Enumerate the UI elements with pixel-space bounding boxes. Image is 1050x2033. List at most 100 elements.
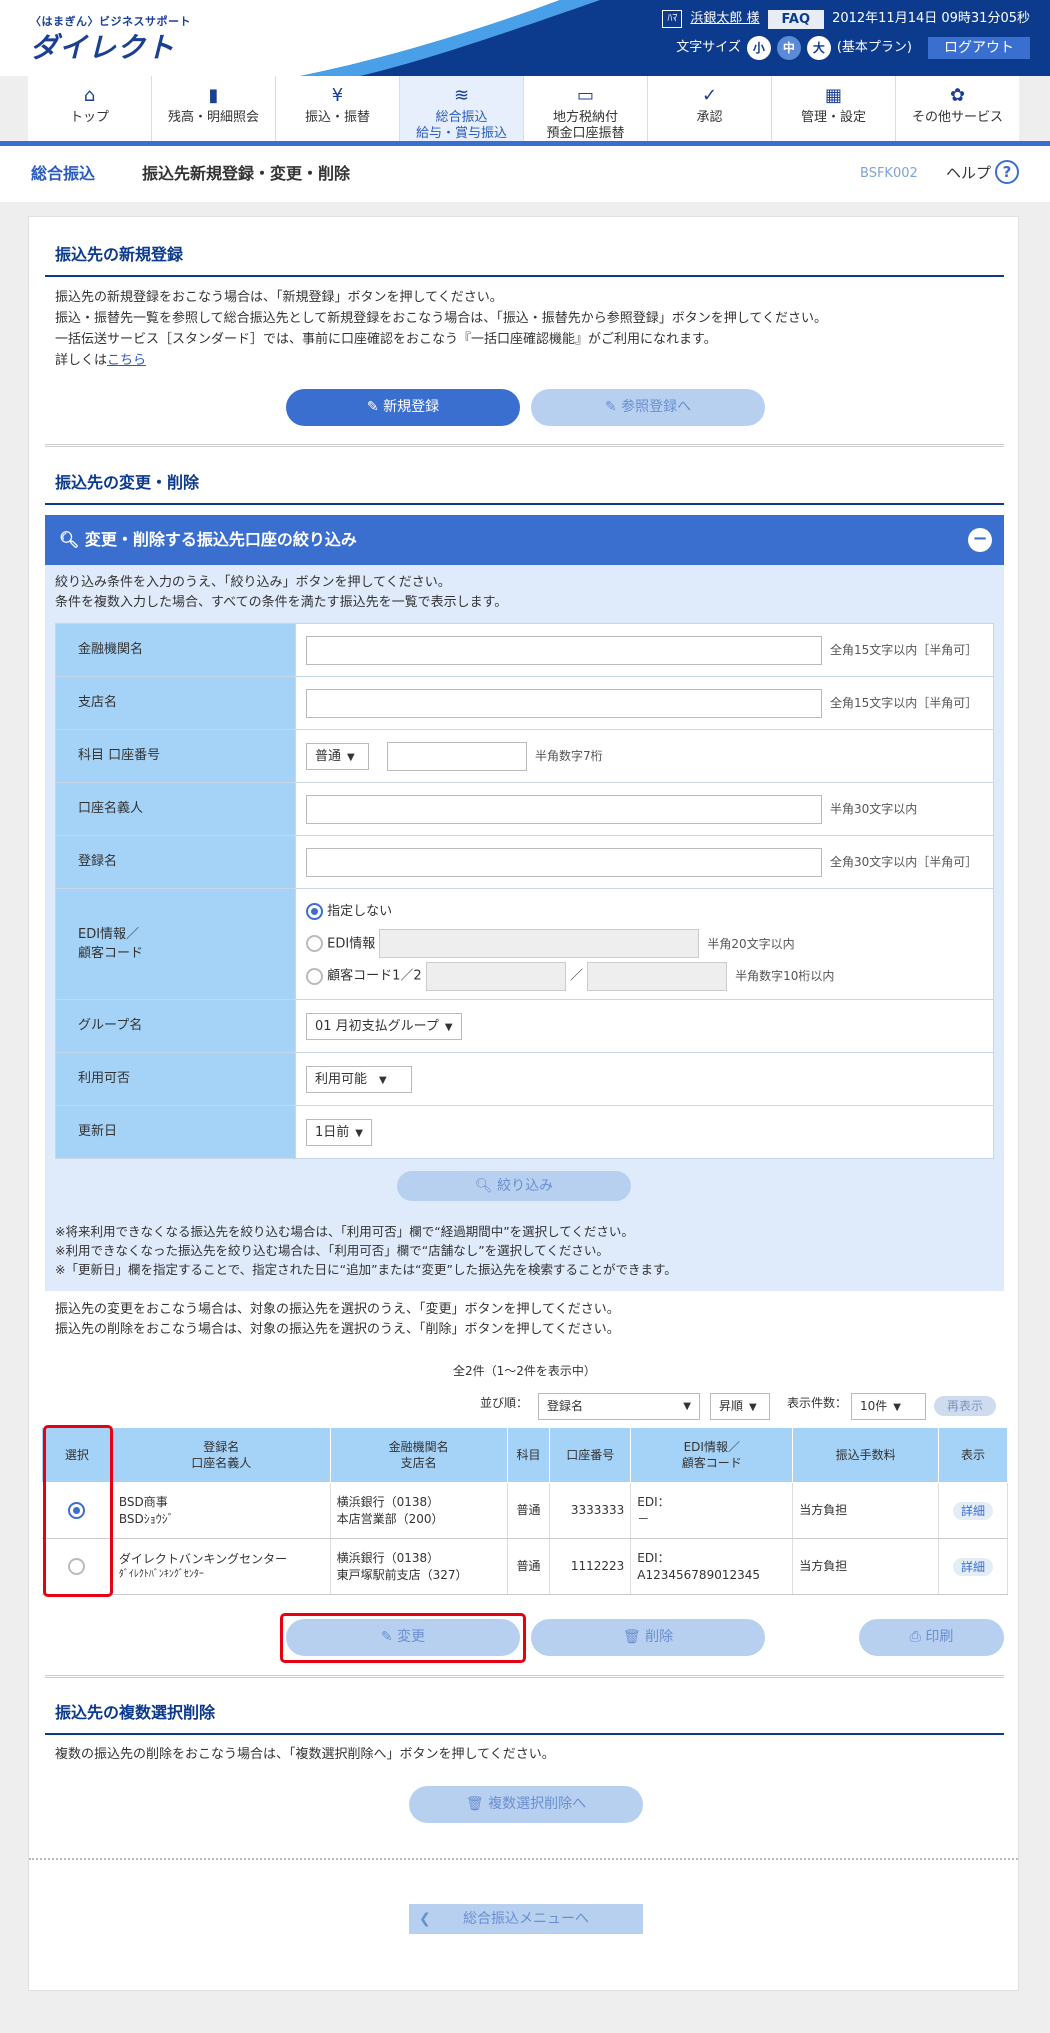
detail-link[interactable]: こちら xyxy=(107,353,146,368)
nav-label: 承認 xyxy=(696,110,723,125)
chevron-down-icon: ▼ xyxy=(379,1074,387,1086)
desc-line: 一括伝送サービス［スタンダード］では、事前に口座確認をおこなう『一括口座確認機能… xyxy=(55,332,717,347)
nav-tax-payment[interactable]: ▭ 地方税納付 預金口座振替 xyxy=(524,76,648,143)
button-label: 参照登録へ xyxy=(621,399,692,415)
filter-header[interactable]: 🔍︎ 変更・削除する振込先口座の絞り込み − xyxy=(45,515,1004,565)
brand-logo[interactable]: 〈はまぎん〉ビジネスサポート ダイレクト xyxy=(30,14,191,69)
filter-notes: ※将来利用できなくなる振込先を絞り込む場合は、「利用可否」欄で“経過期間中”を選… xyxy=(55,1222,677,1279)
nav-transfer[interactable]: ¥ 振込・振替 xyxy=(276,76,400,143)
col-header: 金融機関名 支店名 xyxy=(329,1427,508,1483)
nav-top[interactable]: ⌂ トップ xyxy=(28,76,152,143)
nav-other[interactable]: ✿ その他サービス xyxy=(896,76,1019,143)
account-label: 科目 口座番号 xyxy=(55,729,296,783)
nav-balance[interactable]: ▮ 残高・明細照会 xyxy=(152,76,276,143)
building-icon: ▦ xyxy=(824,85,842,106)
detail-button[interactable]: 詳細 xyxy=(953,1557,994,1576)
section-title-multi: 振込先の複数選択削除 xyxy=(55,1703,216,1722)
recipient-table: 選択 登録名 口座名義人 金融機関名 支店名 科目 口座番号 EDI情報／ 顧客… xyxy=(41,1427,1008,1595)
holder-input[interactable] xyxy=(306,794,822,824)
availability-select[interactable]: 利用可能 ▼ xyxy=(306,1065,412,1093)
faq-button[interactable]: FAQ xyxy=(767,9,825,29)
divider xyxy=(45,444,1004,445)
multi-description: 複数の振込先の削除をおこなう場合は、「複数選択削除へ」ボタンを押してください。 xyxy=(55,1747,555,1762)
edi-label: EDI： xyxy=(637,1494,670,1509)
new-reg-description: 振込先の新規登録をおこなう場合は、「新規登録」ボタンを押してください。 振込・振… xyxy=(55,287,827,371)
chevron-down-icon: ▼ xyxy=(355,1127,363,1139)
edi-note: 半角20文字以内 xyxy=(707,936,795,951)
col-header: 口座番号 xyxy=(549,1427,632,1483)
update-select[interactable]: 1日前 ▼ xyxy=(306,1118,372,1146)
radio-label: EDI情報 xyxy=(327,936,376,951)
font-size-small-button[interactable]: 小 xyxy=(746,36,771,60)
bank-note: 全角15文字以内［半角可］ xyxy=(830,643,978,657)
nav-label: 地方税納付 預金口座振替 xyxy=(546,110,625,142)
group-select[interactable]: 01 月初支払グループ ▼ xyxy=(306,1012,462,1040)
desc-line: 振込先の新規登録をおこなう場合は、「新規登録」ボタンを押してください。 xyxy=(55,290,503,305)
multi-delete-button[interactable]: 🗑︎ 複数選択削除へ xyxy=(409,1786,643,1823)
group-label: グループ名 xyxy=(55,999,296,1053)
sort-select[interactable]: 登録名 ▼ xyxy=(538,1393,700,1420)
current-datetime: 2012年11月14日 09時31分05秒 xyxy=(832,11,1030,27)
select-value: 普通 xyxy=(315,748,342,764)
regname-input[interactable] xyxy=(306,847,822,877)
help-link[interactable]: ヘルプ xyxy=(946,162,991,185)
nav-management[interactable]: ▦ 管理・設定 xyxy=(772,76,896,143)
customer-code1-input[interactable] xyxy=(425,961,566,991)
instr-line: 振込先の変更をおこなう場合は、対象の振込先を選択のうえ、「変更」ボタンを押してく… xyxy=(55,1302,620,1317)
button-label: 削除 xyxy=(645,1629,674,1645)
table-row[interactable]: BSD商事 BSDｼｮｳｼﾞ 横浜銀行（0138） 本店営業部（200） 普通 33… xyxy=(41,1482,1008,1539)
select-value: 01 月初支払グループ xyxy=(315,1018,439,1034)
col-header: 表示 xyxy=(938,1427,1008,1483)
pencil-icon: ✎ xyxy=(604,399,622,415)
nav-bulk-transfer[interactable]: ≋ 総合振込 給与・賞与振込 xyxy=(400,76,524,143)
font-size-large-button[interactable]: 大 xyxy=(806,36,831,60)
availability-label: 利用可否 xyxy=(55,1052,296,1106)
document-icon: ▮ xyxy=(208,85,219,106)
change-instructions: 振込先の変更をおこなう場合は、対象の振込先を選択のうえ、「変更」ボタンを押してく… xyxy=(55,1300,620,1340)
screen-id: BSFK002 xyxy=(860,166,918,181)
per-page-select[interactable]: 10件 ▼ xyxy=(851,1393,926,1420)
chevron-down-icon: ▼ xyxy=(444,1021,453,1033)
filter-button[interactable]: 🔍︎ 絞り込み xyxy=(397,1171,631,1201)
edi-value: A123456789012345 xyxy=(637,1567,761,1582)
font-size-medium-button[interactable]: 中 xyxy=(776,36,801,60)
account-number-input[interactable] xyxy=(387,741,527,771)
search-icon: 🔍︎ xyxy=(474,1178,498,1194)
edi-label: EDI情報／ 顧客コード xyxy=(55,888,296,1000)
printer-icon: ⎙ xyxy=(909,1629,926,1645)
new-register-button[interactable]: ✎ 新規登録 xyxy=(286,389,520,426)
help-question-icon[interactable]: ? xyxy=(995,160,1019,184)
edi-info-radio[interactable] xyxy=(306,935,323,952)
customer-code-radio[interactable] xyxy=(306,967,323,985)
edi-none-radio[interactable] xyxy=(306,902,323,920)
holder-note: 半角30文字以内 xyxy=(830,802,918,816)
per-page-label: 表示件数： xyxy=(787,1396,848,1410)
separator: ／ xyxy=(569,968,583,984)
filter-description: 絞り込み条件を入力のうえ、「絞り込み」ボタンを押してください。 条件を複数入力し… xyxy=(55,573,507,613)
branch-name: 本店営業部（200） xyxy=(336,1511,444,1526)
collapse-icon[interactable]: − xyxy=(968,528,992,552)
account-type: 普通 xyxy=(507,1482,551,1539)
user-name-link[interactable]: 浜銀太郎 様 xyxy=(690,9,759,29)
nav-approval[interactable]: ✓ 承認 xyxy=(648,76,772,143)
edi-info-input[interactable] xyxy=(379,929,700,958)
detail-button[interactable]: 詳細 xyxy=(953,1501,994,1520)
back-to-menu-button[interactable]: ❮ 総合振込メニューへ xyxy=(409,1904,643,1934)
account-number: 3333333 xyxy=(549,1482,632,1539)
redisplay-button[interactable]: 再表示 xyxy=(934,1396,996,1416)
delete-button[interactable]: 🗑︎ 削除 xyxy=(531,1619,765,1656)
print-button[interactable]: ⎙ 印刷 xyxy=(859,1619,1004,1656)
account-type-select[interactable]: 普通 ▼ xyxy=(306,742,369,770)
select-value: 10件 xyxy=(860,1399,888,1413)
logout-button[interactable]: ログアウト xyxy=(928,37,1030,59)
table-row[interactable]: ダイレクトバンキングセンター ﾀﾞｲﾚｸﾄﾊﾞﾝｷﾝｸﾞｾﾝﾀｰ 横浜銀行（013… xyxy=(41,1538,1008,1595)
reference-register-button[interactable]: ✎ 参照登録へ xyxy=(531,389,765,426)
bank-name-input[interactable] xyxy=(306,635,822,665)
reg-name: BSD商事 xyxy=(118,1494,168,1509)
desc-line: 条件を複数入力した場合、すべての条件を満たす振込先を一覧で表示します。 xyxy=(55,595,508,610)
select-value: 昇順 xyxy=(719,1399,744,1413)
desc-line: 振込・振替先一覧を参照して総合振込先として新規登録をおこなう場合は、「振込・振替… xyxy=(55,311,827,326)
customer-code2-input[interactable] xyxy=(587,961,728,991)
order-select[interactable]: 昇順 ▼ xyxy=(710,1393,770,1420)
branch-name-input[interactable] xyxy=(306,688,822,718)
